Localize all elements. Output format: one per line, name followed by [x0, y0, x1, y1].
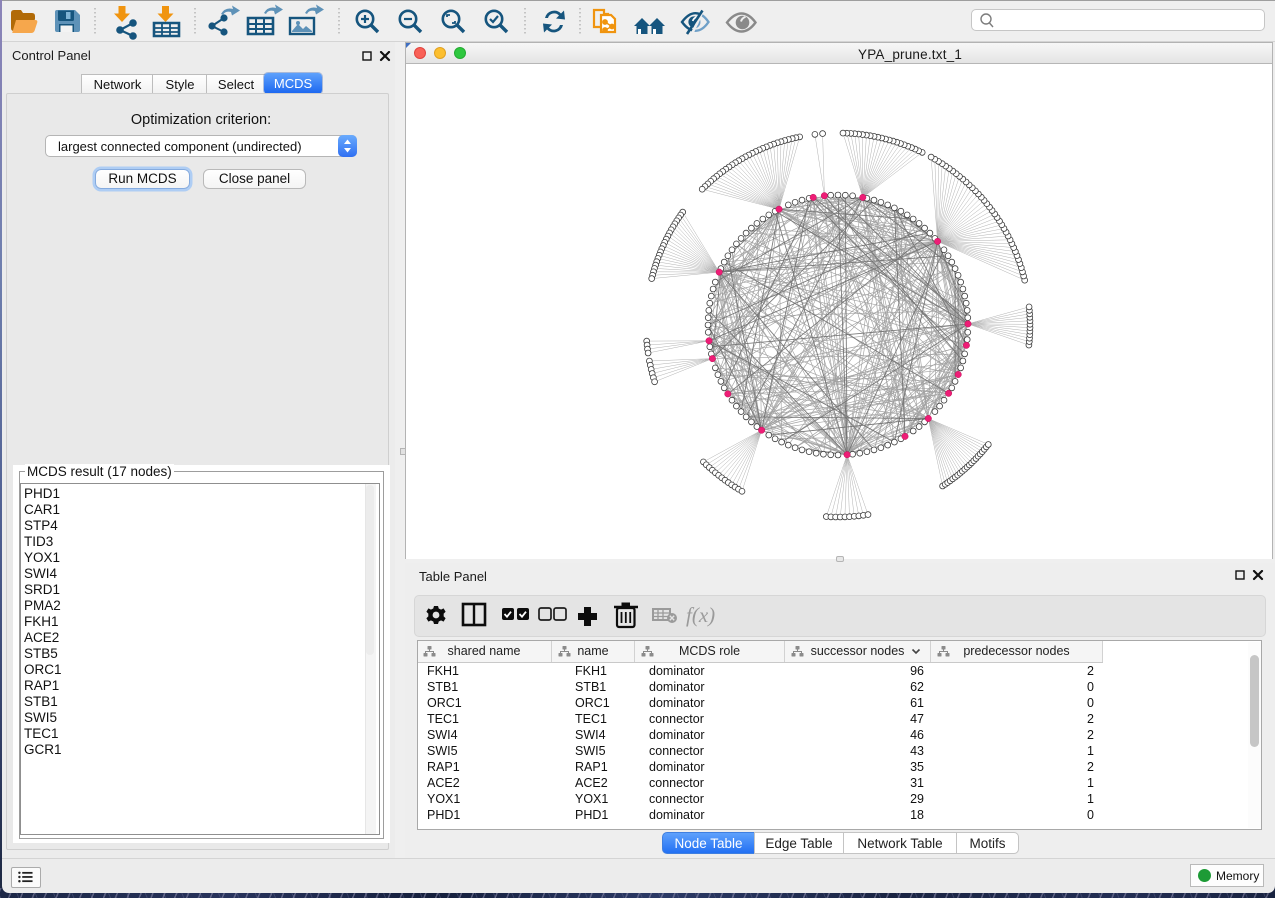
svg-text:f(x): f(x) — [686, 603, 715, 627]
